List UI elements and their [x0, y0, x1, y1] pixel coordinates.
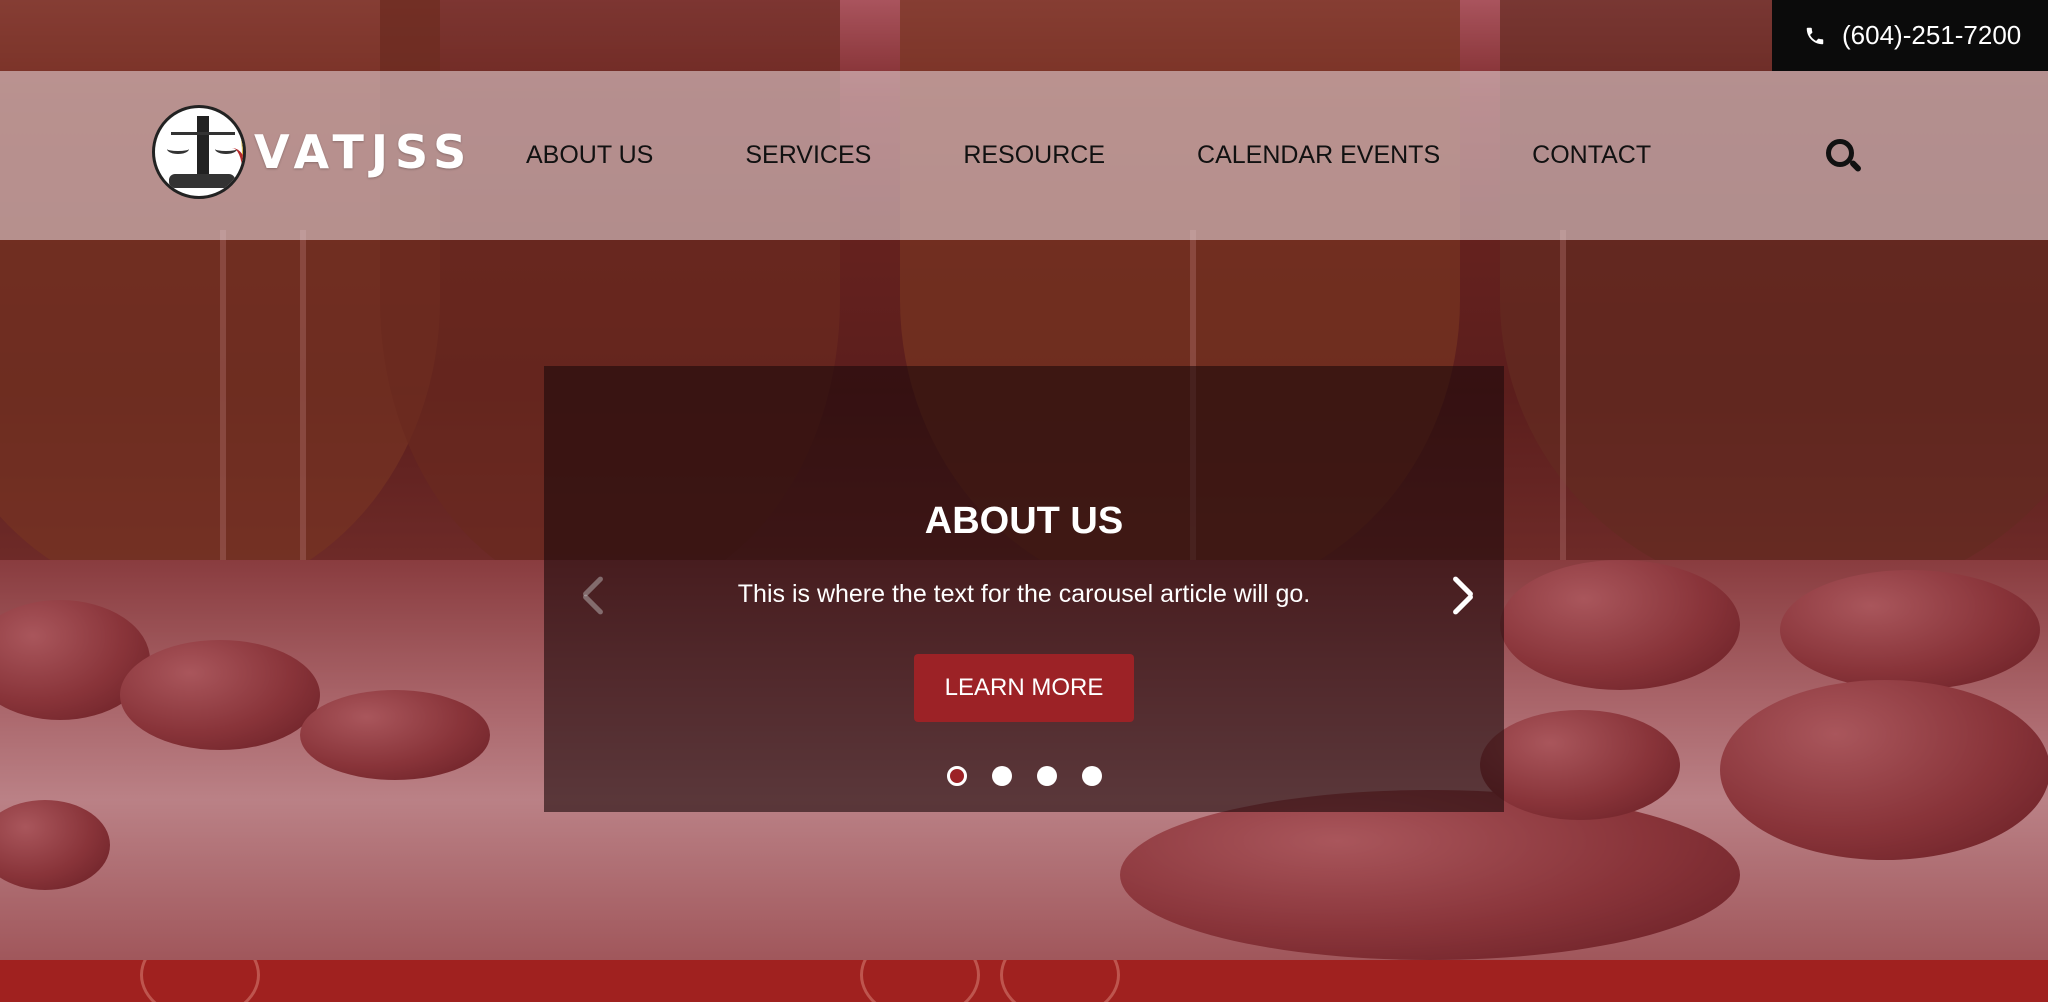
nav-item-about-us[interactable]: ABOUT US	[526, 141, 653, 170]
carousel-title: ABOUT US	[924, 500, 1124, 542]
carousel-dot[interactable]	[1036, 766, 1057, 786]
nav-item-resource[interactable]: RESOURCE	[963, 141, 1105, 170]
phone-icon	[1806, 27, 1824, 44]
main-nav: ABOUT US SERVICES RESOURCE CALENDAR EVEN…	[526, 141, 1651, 170]
nav-item-contact[interactable]: CONTACT	[1532, 141, 1651, 170]
nav-item-services[interactable]: SERVICES	[745, 141, 871, 170]
hero-carousel: ABOUT US This is where the text for the …	[544, 366, 1504, 812]
decorative-leaf	[1000, 960, 1120, 1002]
site-logo[interactable]: VATJSS	[152, 105, 473, 199]
phone-bar[interactable]: (604)-251-7200	[1772, 0, 2048, 71]
phone-number: (604)-251-7200	[1842, 20, 2022, 50]
decorative-leaf	[140, 960, 260, 1002]
chevron-right-icon[interactable]	[1444, 574, 1474, 616]
learn-more-button[interactable]: LEARN MORE	[914, 654, 1134, 722]
search-icon[interactable]	[1826, 139, 1863, 175]
carousel-indicators	[544, 766, 1504, 786]
justice-scale-logo-icon	[152, 105, 246, 199]
decorative-leaf	[860, 960, 980, 1002]
site-header: VATJSS ABOUT US SERVICES RESOURCE CALEND…	[0, 71, 2048, 240]
logo-text: VATJSS	[254, 125, 474, 179]
footer-band	[0, 960, 2048, 1002]
carousel-dot[interactable]	[946, 766, 967, 786]
carousel-dot[interactable]	[1081, 766, 1102, 786]
carousel-dot[interactable]	[991, 766, 1012, 786]
carousel-text: This is where the text for the carousel …	[737, 580, 1311, 608]
nav-item-calendar-events[interactable]: CALENDAR EVENTS	[1197, 141, 1440, 170]
